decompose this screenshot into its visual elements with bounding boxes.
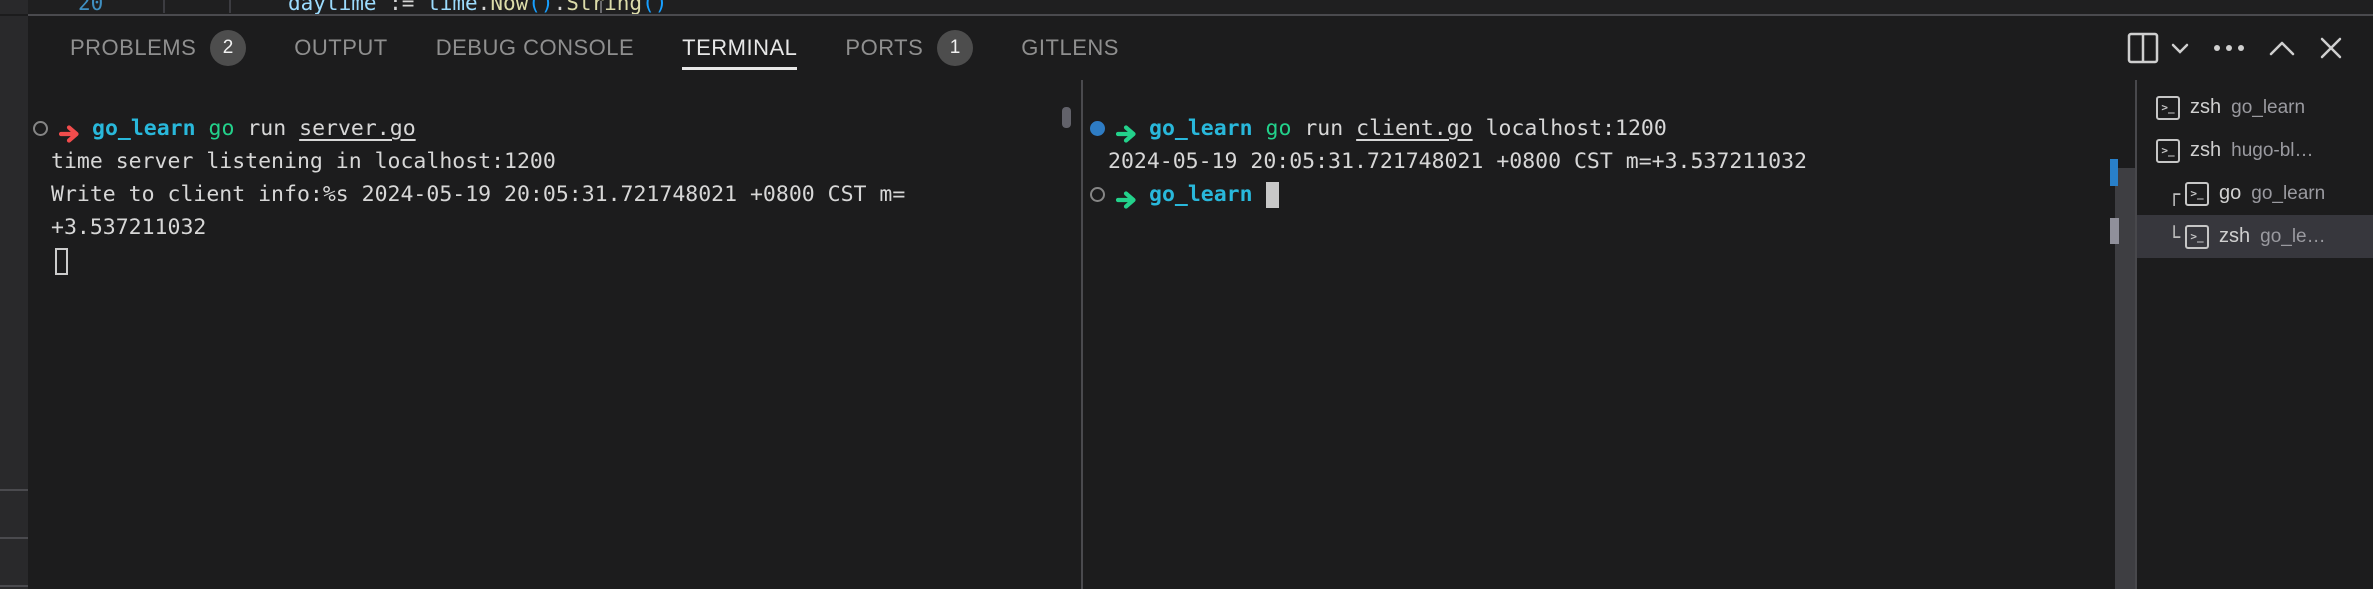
code-token: String: [566, 0, 642, 14]
panel-tab-terminal[interactable]: TERMINAL: [682, 16, 797, 80]
terminal-list-item-zsh-hugo-bl[interactable]: >_ zsh hugo-bl…: [2137, 129, 2373, 172]
terminal-line: time server listening in localhost:1200: [30, 145, 1075, 178]
terminal-text: go: [1266, 116, 1292, 141]
split-tree-mark: └: [2168, 225, 2185, 249]
terminal-text: go_learn: [1149, 182, 1253, 207]
split-tree-mark: ┌: [2168, 182, 2185, 206]
editor-corner: [0, 0, 28, 14]
tab-label: PROBLEMS: [70, 35, 196, 61]
editor-cursor: [600, 1, 602, 13]
gutter-mark: [229, 0, 231, 13]
tab-badge: 2: [210, 30, 246, 66]
code-token: (): [528, 0, 553, 14]
more-actions-icon[interactable]: [2213, 44, 2245, 52]
command-decoration-hollow[interactable]: [33, 121, 48, 136]
maximize-panel-icon[interactable]: [2269, 41, 2295, 56]
terminal-line: Write to client info:%s 2024-05-19 20:05…: [30, 178, 1075, 211]
terminal-text: client.go: [1356, 116, 1473, 141]
left-pane-scrollbar-thumb[interactable]: [1062, 107, 1071, 128]
terminal-shell-name: zsh: [2190, 96, 2221, 119]
terminal-icon: >_: [2185, 225, 2209, 249]
gutter-mark: [163, 0, 165, 13]
code-token: :=: [389, 0, 427, 14]
close-panel-icon[interactable]: [2319, 36, 2343, 60]
terminal-pane-client[interactable]: go_learn go run client.go localhost:1200…: [1087, 80, 2107, 589]
terminal-split-sash[interactable]: [1081, 80, 1083, 589]
chevron-down-icon[interactable]: [2171, 43, 2189, 54]
split-terminal-icon[interactable]: [2127, 32, 2159, 64]
command-decoration-blue[interactable]: [1090, 121, 1105, 136]
terminal-text: Write to client info:%s 2024-05-19 20:05…: [51, 182, 905, 207]
terminal-text: [196, 116, 209, 141]
tab-label: DEBUG CONSOLE: [436, 35, 634, 61]
tab-label: OUTPUT: [294, 35, 387, 61]
terminal-area: go_learn go run server.go time server lis…: [0, 80, 2373, 589]
terminal-title: go_le…: [2260, 226, 2326, 248]
code-token: (): [642, 0, 667, 14]
terminal-cursor-block: [1266, 182, 1279, 208]
terminal-title: go_learn: [2251, 183, 2325, 205]
editor-code-line: daytime := time.Now().String(): [288, 0, 667, 14]
code-token: .: [554, 0, 567, 14]
terminal-line: go_learn: [1087, 178, 2107, 211]
terminal-list-item-zsh-go-le[interactable]: └>_ zsh go_le…: [2137, 215, 2373, 258]
tab-badge: 1: [937, 30, 973, 66]
terminal-icon: >_: [2156, 96, 2180, 120]
scrollbar-position-marker: [2110, 218, 2119, 244]
terminal-shell-name: zsh: [2219, 225, 2250, 248]
terminal-title: hugo-bl…: [2231, 140, 2313, 162]
terminal-icon: >_: [2185, 182, 2209, 206]
terminal-text: go_learn: [92, 116, 196, 141]
terminal-text: [1253, 116, 1266, 141]
tab-label: GITLENS: [1021, 35, 1119, 61]
terminal-line: go_learn go run server.go: [30, 112, 1075, 145]
terminal-shell-name: go: [2219, 182, 2241, 205]
tab-label: PORTS: [845, 35, 923, 61]
terminal-pane-server[interactable]: go_learn go run server.go time server lis…: [30, 80, 1075, 589]
panel-tab-bar: PROBLEMS 2 OUTPUT DEBUG CONSOLE TERMINAL PORT…: [28, 16, 1119, 80]
terminal-text: localhost:1200: [1473, 116, 1667, 141]
terminal-text: run: [1291, 116, 1356, 141]
scrollbar-command-decoration: [2110, 159, 2118, 186]
code-token: .: [478, 0, 491, 14]
panel-tab-ports[interactable]: PORTS 1: [845, 16, 973, 80]
prompt-arrow-icon: [1116, 186, 1141, 219]
panel-tab-gitlens[interactable]: GITLENS: [1021, 16, 1119, 80]
terminal-list-item-go-go-learn[interactable]: ┌>_ go go_learn: [2137, 172, 2373, 215]
terminal-text: 2024-05-19 20:05:31.721748021 +0800 CST …: [1108, 149, 1807, 174]
terminal-cursor-hollow: [55, 248, 68, 275]
terminal-text: go: [209, 116, 235, 141]
code-token: daytime: [288, 0, 389, 14]
terminal-line: [30, 244, 1075, 277]
tab-label: TERMINAL: [682, 35, 797, 61]
panel-actions: [2127, 16, 2343, 80]
terminal-text: time server listening in localhost:1200: [51, 149, 556, 174]
terminal-text: run: [234, 116, 299, 141]
terminal-line: 2024-05-19 20:05:31.721748021 +0800 CST …: [1087, 145, 2107, 178]
panel-tab-debug-console[interactable]: DEBUG CONSOLE: [436, 16, 634, 80]
panel-tab-output[interactable]: OUTPUT: [294, 16, 387, 80]
terminal-line: go_learn go run client.go localhost:1200: [1087, 112, 2107, 145]
terminal-shell-name: zsh: [2190, 139, 2221, 162]
editor-line-number: 20: [78, 0, 103, 14]
terminal-text: +3.537211032: [51, 215, 206, 240]
code-token: time: [427, 0, 478, 14]
terminal-icon: >_: [2156, 139, 2180, 163]
terminal-list-item-zsh-go-learn[interactable]: >_ zsh go_learn: [2137, 86, 2373, 129]
panel-tab-problems[interactable]: PROBLEMS 2: [70, 16, 246, 80]
terminal-title: go_learn: [2231, 97, 2305, 119]
command-decoration-hollow[interactable]: [1090, 187, 1105, 202]
terminal-text: go_learn: [1149, 116, 1253, 141]
terminal-line: +3.537211032: [30, 211, 1075, 244]
vscode-panel-region: 20 daytime := time.Now().String() PROBLE…: [0, 0, 2373, 589]
code-token: Now: [490, 0, 528, 14]
editor-strip: 20 daytime := time.Now().String(): [0, 0, 2373, 14]
terminal-text: server.go: [299, 116, 416, 141]
terminal-tabs-list: >_zshgo_learn>_zshhugo-bl…┌>_gogo_learn└…: [2137, 86, 2373, 589]
